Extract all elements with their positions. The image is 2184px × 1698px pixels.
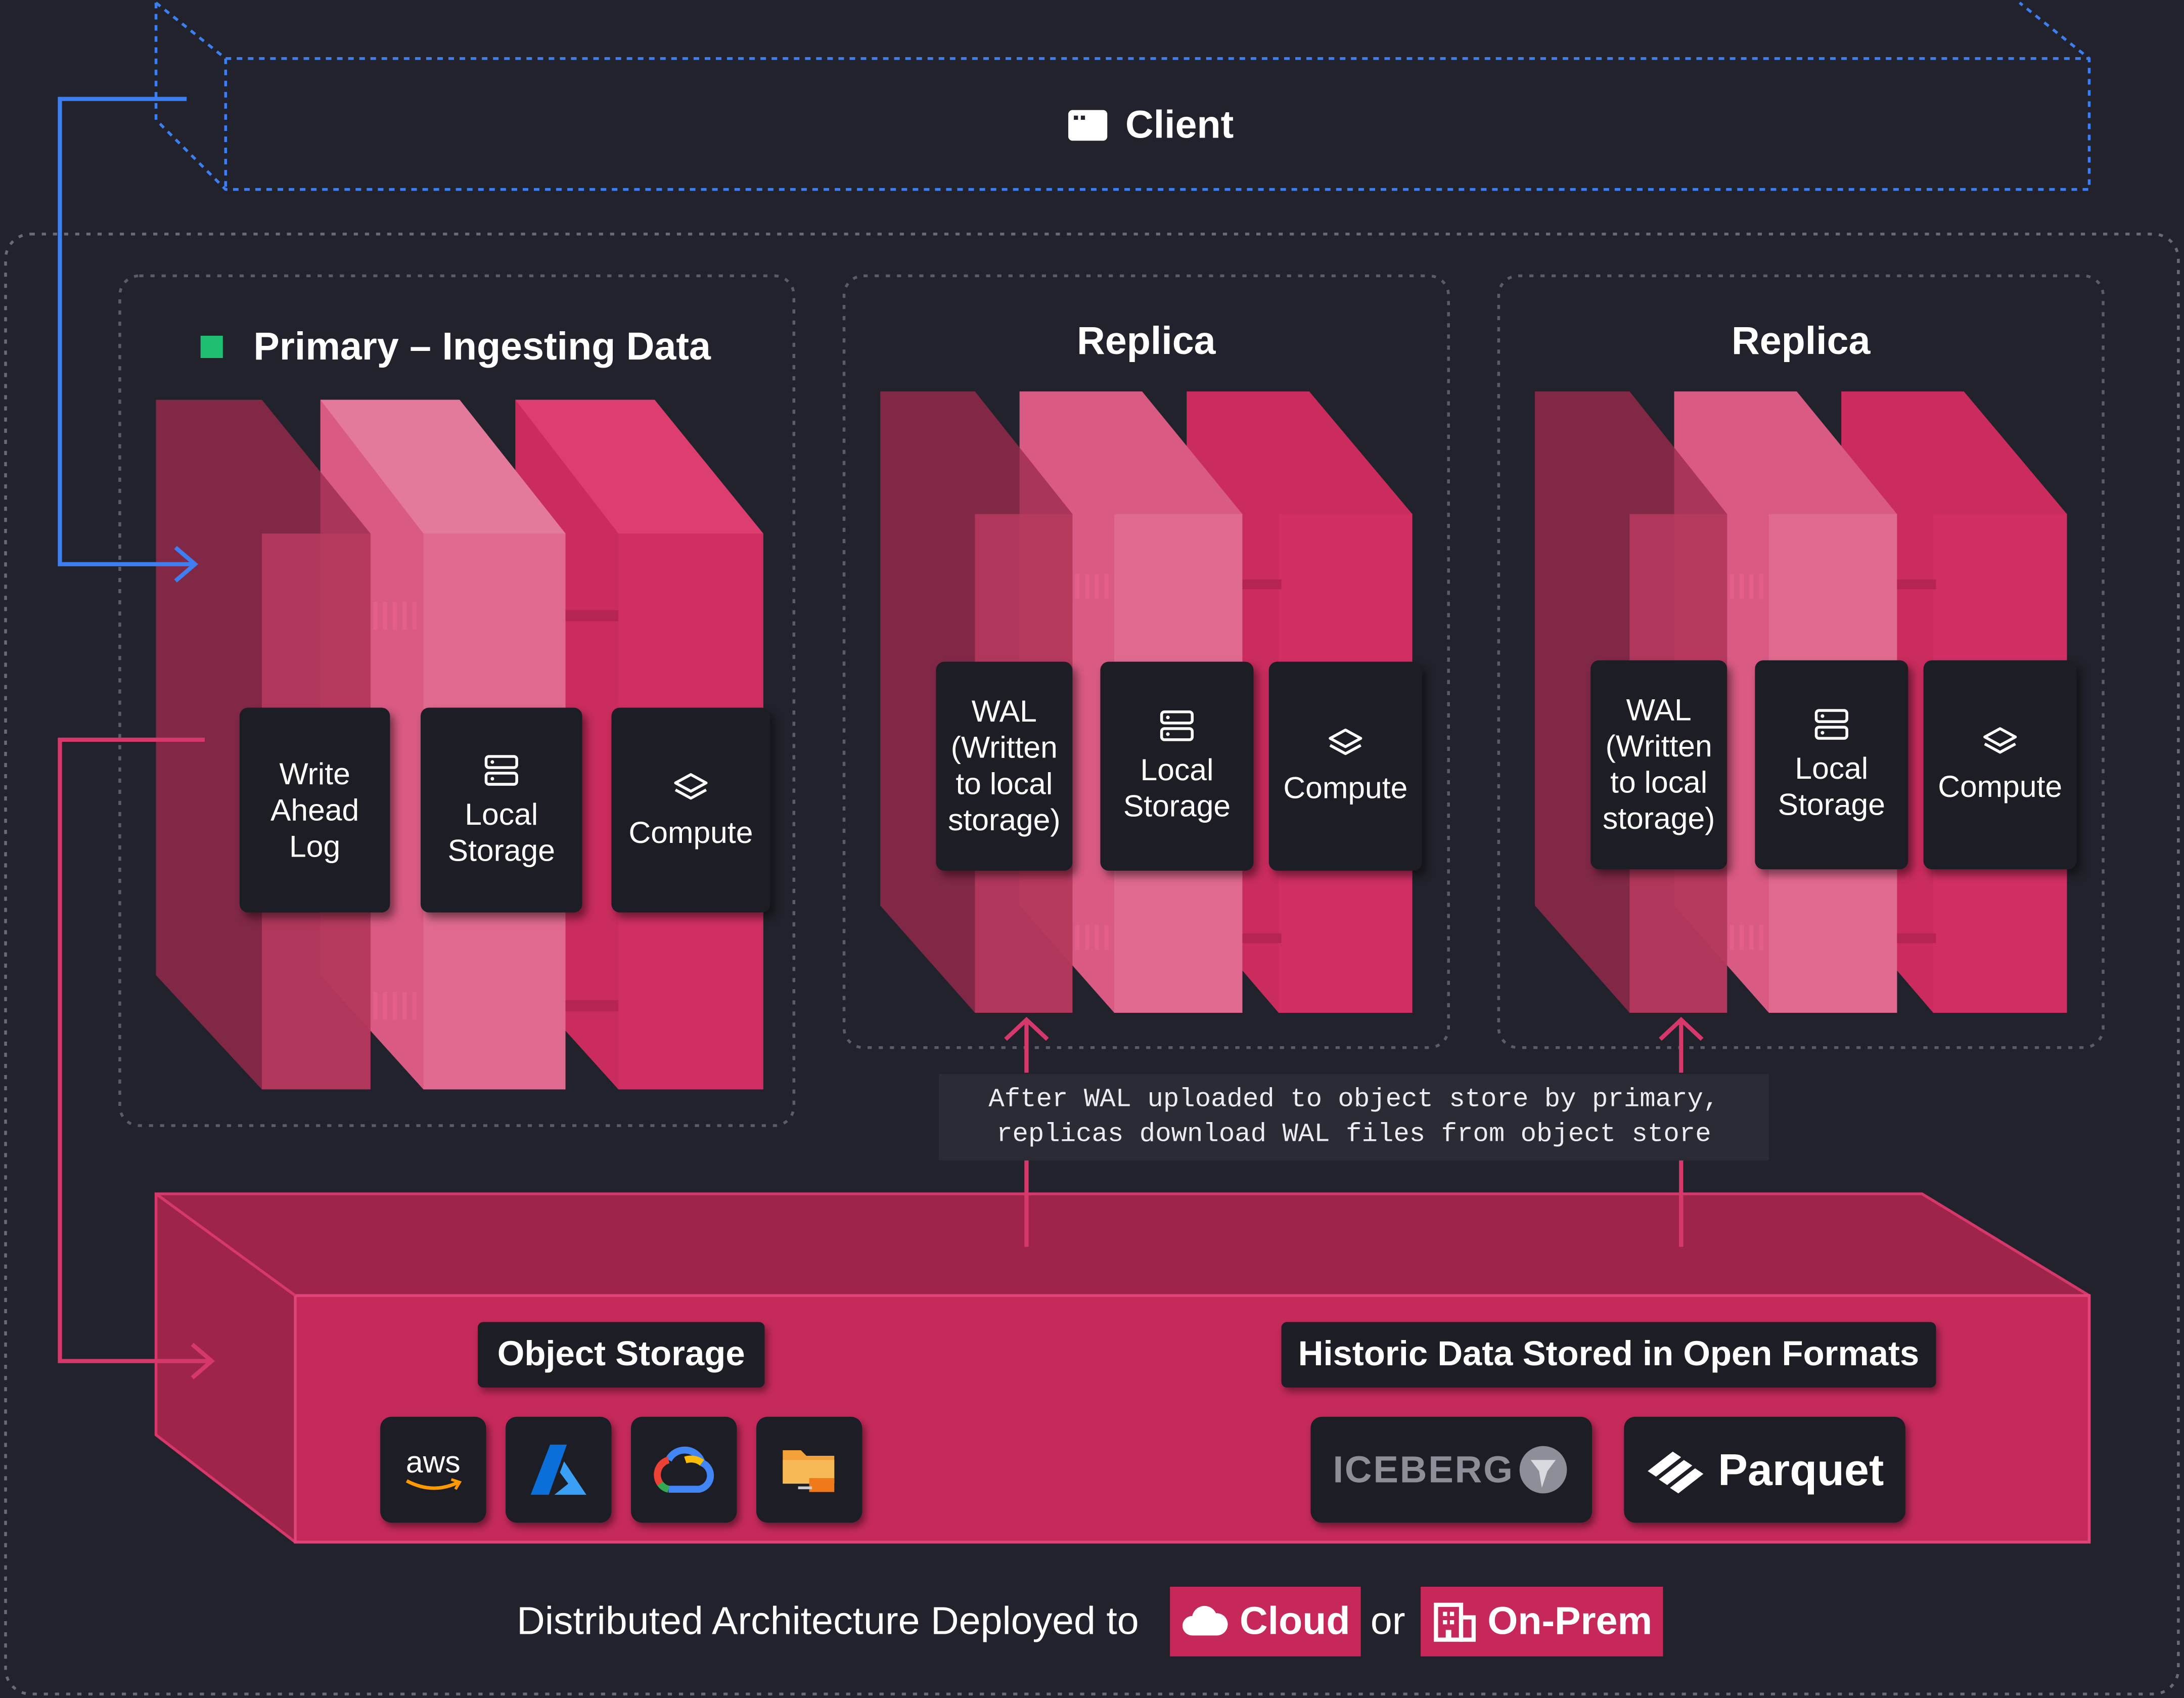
replication-note: After WAL uploaded to object store by pr… — [938, 1074, 1769, 1160]
primary-local-storage-card: Local Storage — [421, 707, 582, 913]
nfs-folder-icon — [783, 1450, 835, 1492]
cloud-badge: Cloud — [1170, 1586, 1361, 1657]
parquet-icon — [1648, 1451, 1704, 1494]
window-icon — [1068, 110, 1108, 141]
aws-logo: aws — [380, 1416, 486, 1523]
layers-icon — [1329, 728, 1362, 755]
on-prem-label: On-Prem — [1487, 1599, 1653, 1643]
replica1-local-storage-card: Local Storage — [1100, 661, 1254, 871]
footer-prefix: Distributed Architecture Deployed to — [517, 1599, 1139, 1643]
on-prem-badge: On-Prem — [1421, 1586, 1664, 1657]
replica1-wal-card: WAL (Written to local storage) — [936, 661, 1073, 871]
replica-title-2: Replica — [1731, 319, 1871, 363]
card-label: WAL (Written to local storage) — [1603, 692, 1715, 836]
card-label: Local Storage — [1123, 752, 1231, 824]
note-line-2: replicas download WAL files from object … — [996, 1119, 1711, 1149]
google-cloud-logo — [631, 1416, 737, 1523]
cloud-icon — [1182, 1605, 1228, 1636]
card-label: WAL (Written to local storage) — [948, 693, 1061, 837]
footer-or: or — [1370, 1599, 1405, 1643]
azure-logo — [506, 1416, 612, 1523]
card-label: Compute — [1938, 769, 2063, 804]
storage-icon — [1814, 709, 1848, 740]
aws-icon: aws — [405, 1444, 461, 1480]
card-label: Compute — [628, 814, 753, 850]
card-label: Local Storage — [447, 796, 555, 867]
building-icon — [1434, 1602, 1476, 1642]
layers-icon — [674, 772, 708, 799]
replica1-compute-card: Compute — [1268, 661, 1422, 871]
client-label-group: Client — [1067, 103, 1234, 148]
footer: Distributed Architecture Deployed to — [517, 1585, 1139, 1658]
nfs-logo — [756, 1416, 862, 1523]
layers-icon — [1983, 727, 2017, 754]
replica2-local-storage-card: Local Storage — [1755, 660, 1908, 870]
card-label: Write Ahead Log — [270, 755, 359, 863]
note-line-1: After WAL uploaded to object store by pr… — [988, 1084, 1719, 1114]
parquet-wordmark: Parquet — [1718, 1444, 1884, 1494]
replica2-compute-card: Compute — [1923, 660, 2077, 870]
primary-wal-card: Write Ahead Log — [239, 707, 390, 913]
google-cloud-icon — [654, 1446, 714, 1493]
primary-compute-card: Compute — [611, 707, 770, 913]
historic-data-label: Historic Data Stored in Open Formats — [1281, 1322, 1936, 1388]
azure-icon — [530, 1444, 586, 1495]
iceberg-logo: ICEBERG — [1310, 1416, 1592, 1523]
storage-icon — [1160, 710, 1194, 741]
replica-title-1: Replica — [1077, 319, 1216, 363]
primary-title: Primary – Ingesting Data — [253, 324, 711, 368]
card-label: Local Storage — [1778, 750, 1885, 822]
card-label: Compute — [1283, 770, 1408, 806]
iceberg-icon — [1519, 1446, 1567, 1494]
status-indicator-icon — [200, 335, 223, 359]
cloud-label: Cloud — [1239, 1599, 1350, 1643]
client-label: Client — [1125, 103, 1234, 147]
storage-icon — [484, 754, 518, 785]
parquet-logo: Parquet — [1624, 1416, 1905, 1523]
primary-title-group: Primary – Ingesting Data — [200, 324, 711, 369]
architecture-diagram: Client Primary – Ingesting Data Replica … — [0, 0, 2184, 1698]
client-prism — [154, 2, 2091, 191]
iceberg-wordmark: ICEBERG — [1333, 1448, 1514, 1490]
replica2-wal-card: WAL (Written to local storage) — [1590, 660, 1727, 870]
object-storage-label: Object Storage — [477, 1322, 765, 1388]
aws-smile-icon — [405, 1478, 462, 1490]
